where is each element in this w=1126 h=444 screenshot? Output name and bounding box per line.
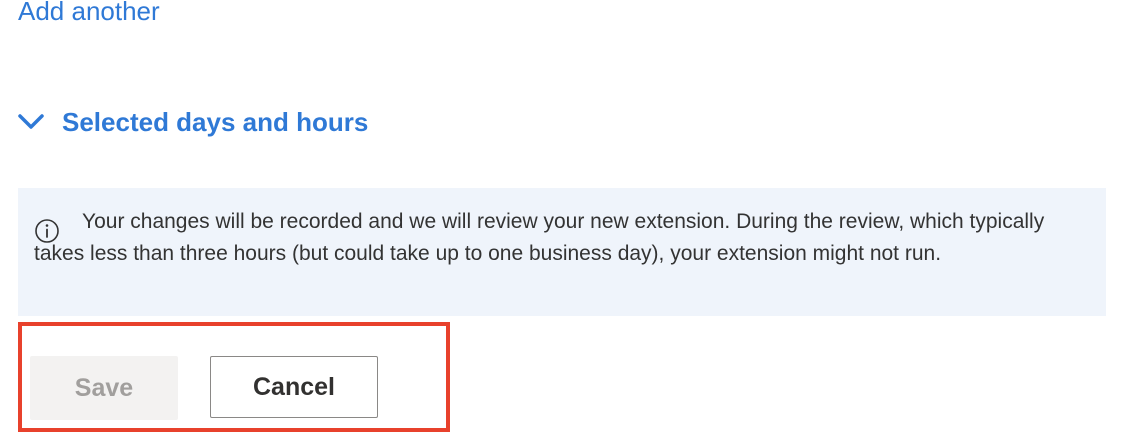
section-label: Selected days and hours (62, 107, 369, 137)
info-message-box: Your changes will be recorded and we wil… (18, 188, 1106, 316)
cancel-button[interactable]: Cancel (210, 356, 378, 418)
save-button[interactable]: Save (30, 356, 178, 420)
chevron-down-icon (18, 110, 48, 134)
page: Add another Selected days and hours Your… (0, 0, 1126, 444)
info-message-text: Your changes will be recorded and we wil… (34, 210, 1045, 265)
selected-days-and-hours-toggle[interactable]: Selected days and hours (18, 104, 368, 140)
add-another-link[interactable]: Add another (18, 0, 160, 28)
